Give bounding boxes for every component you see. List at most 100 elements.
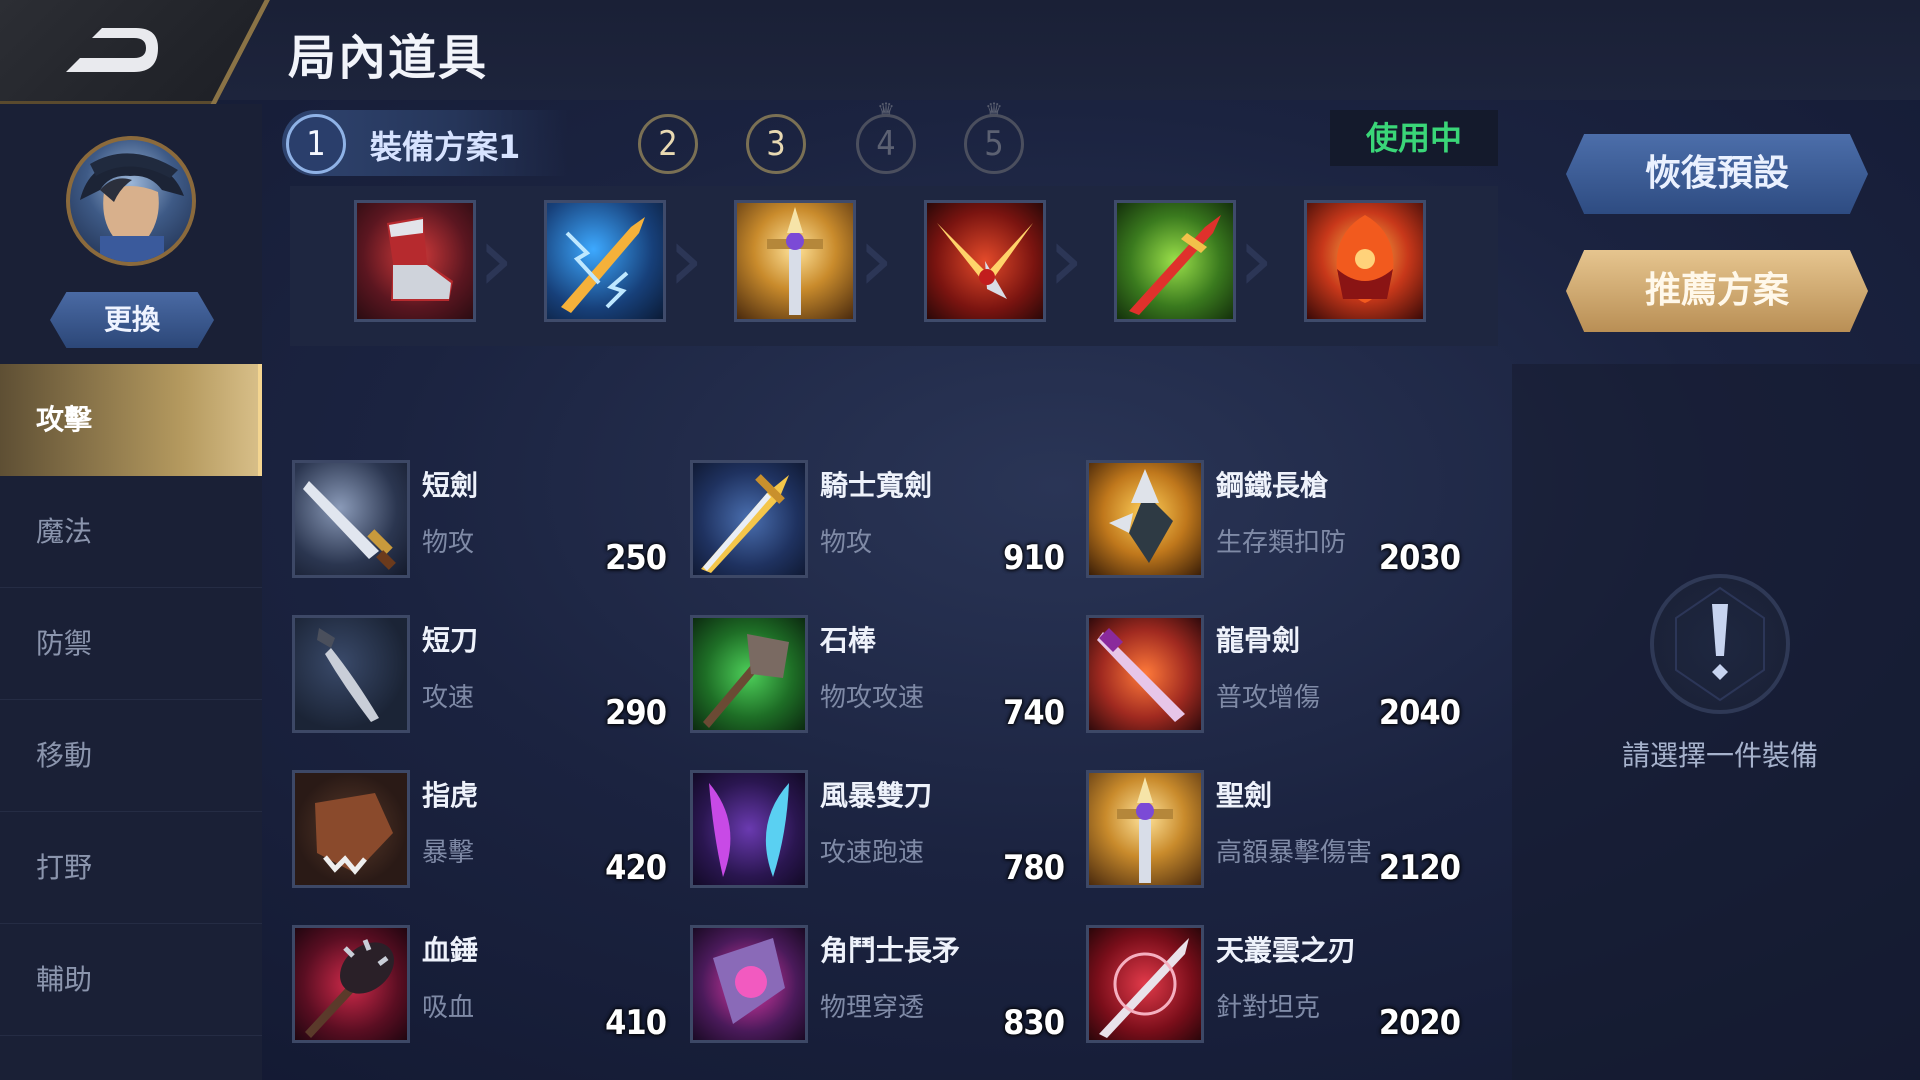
item-desc: 生存類扣防 [1216, 528, 1347, 558]
lightning-blade-icon [561, 217, 645, 313]
item-name: 龍骨劍 [1216, 624, 1301, 657]
item-price: 250 [605, 538, 667, 578]
dagger-icon [292, 615, 410, 733]
item-price: 780 [1003, 848, 1065, 888]
item-card[interactable]: 2040 龍骨劍 普攻增傷 [1086, 615, 1466, 735]
category-jungle[interactable]: 打野 [0, 812, 262, 924]
blood-hammer-icon [292, 925, 410, 1043]
chevron-right-icon: › [478, 207, 514, 312]
stone-club-icon [690, 615, 808, 733]
item-name: 騎士寬劍 [820, 469, 933, 502]
in-use-status: 使用中 [1330, 110, 1498, 166]
item-card[interactable]: 2020 天叢雲之刃 針對坦克 [1086, 925, 1466, 1045]
equipped-slot-3[interactable] [734, 200, 856, 322]
item-desc: 針對坦克 [1216, 993, 1321, 1023]
item-price: 290 [605, 693, 667, 733]
plan-tab-2[interactable]: 2 [638, 114, 698, 174]
category-magic[interactable]: 魔法 [0, 476, 262, 588]
item-name: 聖劍 [1216, 779, 1273, 812]
select-item-hint: 請選擇一件裝備 [1621, 739, 1818, 772]
equipped-slot-2[interactable] [544, 200, 666, 322]
item-desc: 攻速 [422, 683, 475, 713]
plan-tab-3[interactable]: 3 [746, 114, 806, 174]
item-name: 石棒 [820, 624, 877, 657]
murakumo-blade-icon [1086, 925, 1204, 1043]
item-name: 指虎 [422, 779, 479, 812]
item-name: 角鬥士長矛 [820, 934, 961, 967]
chevron-right-icon: › [1238, 207, 1274, 312]
category-defense[interactable]: 防禦 [0, 588, 262, 700]
item-price: 910 [1003, 538, 1065, 578]
item-name: 風暴雙刀 [820, 779, 933, 812]
item-card[interactable]: 910 騎士寬劍 物攻 [690, 460, 1070, 580]
knight-broadsword-icon [690, 460, 808, 578]
item-price: 410 [605, 1003, 667, 1043]
item-price: 420 [605, 848, 667, 888]
knuckles-icon [292, 770, 410, 888]
gladiator-spear-icon [690, 925, 808, 1043]
fire-crest-icon [1336, 215, 1394, 303]
steel-spear-icon [1086, 460, 1204, 578]
item-desc: 物攻 [820, 528, 873, 558]
item-card[interactable]: 290 短刀 攻速 [292, 615, 672, 735]
item-price: 740 [1003, 693, 1065, 733]
item-desc: 高額暴擊傷害 [1216, 838, 1373, 868]
back-arrow-icon [66, 28, 158, 72]
chevron-right-icon: › [858, 207, 894, 312]
item-name: 鋼鐵長槍 [1216, 469, 1329, 502]
item-desc: 攻速跑速 [820, 838, 925, 868]
item-desc: 吸血 [422, 993, 475, 1023]
equipped-slot-5[interactable] [1114, 200, 1236, 322]
item-name: 血錘 [422, 934, 479, 967]
equipped-slot-4[interactable] [924, 200, 1046, 322]
short-sword-icon [292, 460, 410, 578]
item-name: 短劍 [422, 469, 479, 502]
hero-avatar[interactable] [66, 136, 196, 266]
equipped-slot-6[interactable] [1304, 200, 1426, 322]
winged-blade-icon [937, 223, 1033, 299]
restore-default-button[interactable]: 恢復預設 [1566, 134, 1868, 214]
item-detail-panel [1512, 364, 1920, 1080]
storm-blades-icon [690, 770, 808, 888]
plan-tab-4-locked[interactable]: 4 [856, 114, 916, 174]
exclamation-icon [1650, 574, 1790, 714]
item-desc: 暴擊 [422, 838, 475, 868]
dragonbone-sword-icon [1086, 615, 1204, 733]
item-desc: 物攻 [422, 528, 475, 558]
holy-sword-icon [767, 207, 823, 315]
chevron-right-icon: › [668, 207, 704, 312]
item-card[interactable]: 740 石棒 物攻攻速 [690, 615, 1070, 735]
item-card[interactable]: 420 指虎 暴擊 [292, 770, 672, 890]
equipped-slot-1[interactable] [354, 200, 476, 322]
plan-tab-5-locked[interactable]: 5 [964, 114, 1024, 174]
category-sidebar: 攻擊 魔法 防禦 移動 打野 輔助 [0, 364, 262, 1080]
item-price: 2030 [1378, 538, 1461, 578]
boots-icon [387, 217, 453, 301]
category-movement[interactable]: 移動 [0, 700, 262, 812]
chevron-right-icon: › [1048, 207, 1084, 312]
category-attack[interactable]: 攻擊 [0, 364, 262, 476]
category-support[interactable]: 輔助 [0, 924, 262, 1036]
item-name: 天叢雲之刃 [1216, 934, 1357, 967]
item-price: 830 [1003, 1003, 1065, 1043]
item-card[interactable]: 410 血錘 吸血 [292, 925, 672, 1045]
holy-sword-icon [1086, 770, 1204, 888]
page-title: 局內道具 [288, 30, 489, 86]
item-card[interactable]: 780 風暴雙刀 攻速跑速 [690, 770, 1070, 890]
item-price: 2120 [1378, 848, 1461, 888]
item-price: 2020 [1378, 1003, 1461, 1043]
green-blade-icon [1129, 215, 1221, 315]
plan-tab-1[interactable]: 1 [286, 114, 346, 174]
item-desc: 物理穿透 [820, 993, 925, 1023]
item-card[interactable]: 2030 鋼鐵長槍 生存類扣防 [1086, 460, 1466, 580]
item-card[interactable]: 830 角鬥士長矛 物理穿透 [690, 925, 1070, 1045]
recommended-plan-button[interactable]: 推薦方案 [1566, 250, 1868, 332]
item-desc: 普攻增傷 [1216, 683, 1321, 713]
item-card[interactable]: 250 短劍 物攻 [292, 460, 672, 580]
change-hero-button[interactable]: 更換 [50, 292, 214, 348]
item-desc: 物攻攻速 [820, 683, 925, 713]
item-card[interactable]: 2120 聖劍 高額暴擊傷害 [1086, 770, 1466, 890]
hero-portrait-icon [80, 153, 184, 262]
plan-label: 裝備方案1 [370, 128, 521, 166]
item-name: 短刀 [422, 624, 479, 657]
